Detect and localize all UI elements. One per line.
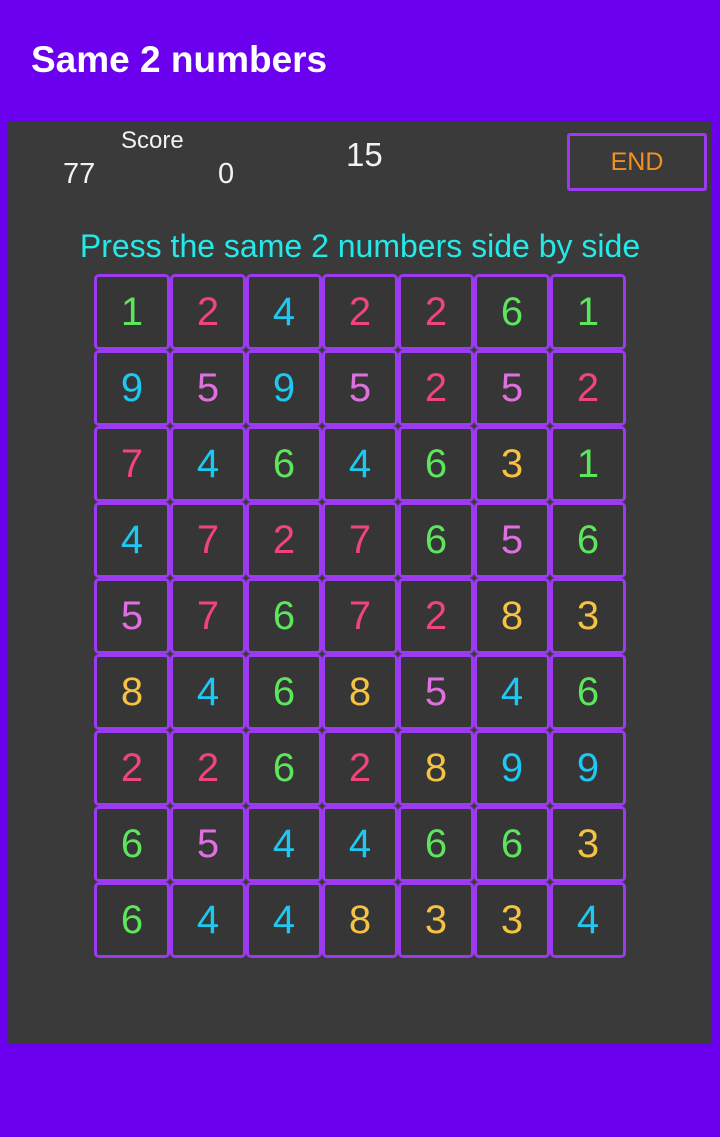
grid-tile[interactable]: 6 [398, 806, 474, 882]
grid-tile[interactable]: 2 [398, 274, 474, 350]
grid-tile[interactable]: 4 [94, 502, 170, 578]
grid-tile[interactable]: 3 [474, 882, 550, 958]
grid-tile[interactable]: 9 [474, 730, 550, 806]
grid-tile[interactable]: 5 [474, 350, 550, 426]
game-panel: 77 Score 0 15 END Press the same 2 numbe… [8, 122, 712, 1044]
grid-tile[interactable]: 6 [398, 426, 474, 502]
grid-tile[interactable]: 5 [398, 654, 474, 730]
grid-tile[interactable]: 6 [246, 730, 322, 806]
grid-tile[interactable]: 2 [170, 274, 246, 350]
grid-tile[interactable]: 6 [246, 426, 322, 502]
grid-tile[interactable]: 6 [398, 502, 474, 578]
grid-tile[interactable]: 8 [94, 654, 170, 730]
grid-tile[interactable]: 4 [322, 426, 398, 502]
grid-tile[interactable]: 2 [246, 502, 322, 578]
lives-counter: 77 [63, 158, 96, 190]
grid-tile[interactable]: 4 [170, 426, 246, 502]
grid-tile[interactable]: 1 [550, 426, 626, 502]
grid-tile[interactable]: 6 [94, 806, 170, 882]
grid-tile[interactable]: 8 [398, 730, 474, 806]
end-button[interactable]: END [567, 133, 707, 191]
grid-tile[interactable]: 5 [474, 502, 550, 578]
grid-tile[interactable]: 4 [322, 806, 398, 882]
score-value: 0 [218, 158, 235, 190]
grid-tile[interactable]: 2 [94, 730, 170, 806]
grid-tile[interactable]: 5 [170, 806, 246, 882]
grid-tile[interactable]: 3 [550, 806, 626, 882]
grid-tile[interactable]: 3 [550, 578, 626, 654]
grid-tile[interactable]: 7 [94, 426, 170, 502]
grid-tile[interactable]: 5 [170, 350, 246, 426]
grid-tile[interactable]: 4 [550, 882, 626, 958]
grid-tile[interactable]: 5 [322, 350, 398, 426]
grid-tile[interactable]: 3 [398, 882, 474, 958]
grid-tile[interactable]: 4 [246, 274, 322, 350]
app-root: Same 2 numbers 77 Score 0 15 END Press t… [0, 0, 720, 1137]
grid-tile[interactable]: 1 [550, 274, 626, 350]
grid-tile[interactable]: 4 [246, 806, 322, 882]
grid-tile[interactable]: 4 [170, 882, 246, 958]
grid-tile[interactable]: 6 [474, 274, 550, 350]
instruction-text: Press the same 2 numbers side by side [79, 228, 641, 264]
grid-tile[interactable]: 5 [94, 578, 170, 654]
grid-tile[interactable]: 8 [474, 578, 550, 654]
grid-tile[interactable]: 2 [170, 730, 246, 806]
grid-tile[interactable]: 4 [474, 654, 550, 730]
grid-tile[interactable]: 9 [246, 350, 322, 426]
grid-tile[interactable]: 4 [246, 882, 322, 958]
grid-tile[interactable]: 3 [474, 426, 550, 502]
grid-tile[interactable]: 2 [550, 350, 626, 426]
grid-tile[interactable]: 9 [550, 730, 626, 806]
grid-tile[interactable]: 2 [322, 274, 398, 350]
grid-tile[interactable]: 7 [170, 578, 246, 654]
grid-tile[interactable]: 6 [246, 578, 322, 654]
timer-value: 15 [346, 136, 383, 173]
grid-tile[interactable]: 6 [246, 654, 322, 730]
grid-tile[interactable]: 7 [322, 578, 398, 654]
grid-tile[interactable]: 2 [398, 350, 474, 426]
page-title: Same 2 numbers [31, 39, 328, 80]
grid-tile[interactable]: 2 [398, 578, 474, 654]
grid-tile[interactable]: 7 [322, 502, 398, 578]
grid-tile[interactable]: 2 [322, 730, 398, 806]
number-grid: 1242261959525274646314727656576728384685… [94, 274, 627, 959]
grid-tile[interactable]: 6 [550, 502, 626, 578]
grid-tile[interactable]: 6 [94, 882, 170, 958]
grid-tile[interactable]: 4 [170, 654, 246, 730]
grid-tile[interactable]: 9 [94, 350, 170, 426]
score-label: Score [121, 127, 184, 154]
grid-tile[interactable]: 6 [550, 654, 626, 730]
grid-tile[interactable]: 7 [170, 502, 246, 578]
status-bar: 77 Score 0 15 END [8, 122, 712, 212]
grid-tile[interactable]: 1 [94, 274, 170, 350]
grid-tile[interactable]: 8 [322, 654, 398, 730]
grid-tile[interactable]: 8 [322, 882, 398, 958]
grid-tile[interactable]: 6 [474, 806, 550, 882]
title-bar: Same 2 numbers [0, 0, 720, 119]
